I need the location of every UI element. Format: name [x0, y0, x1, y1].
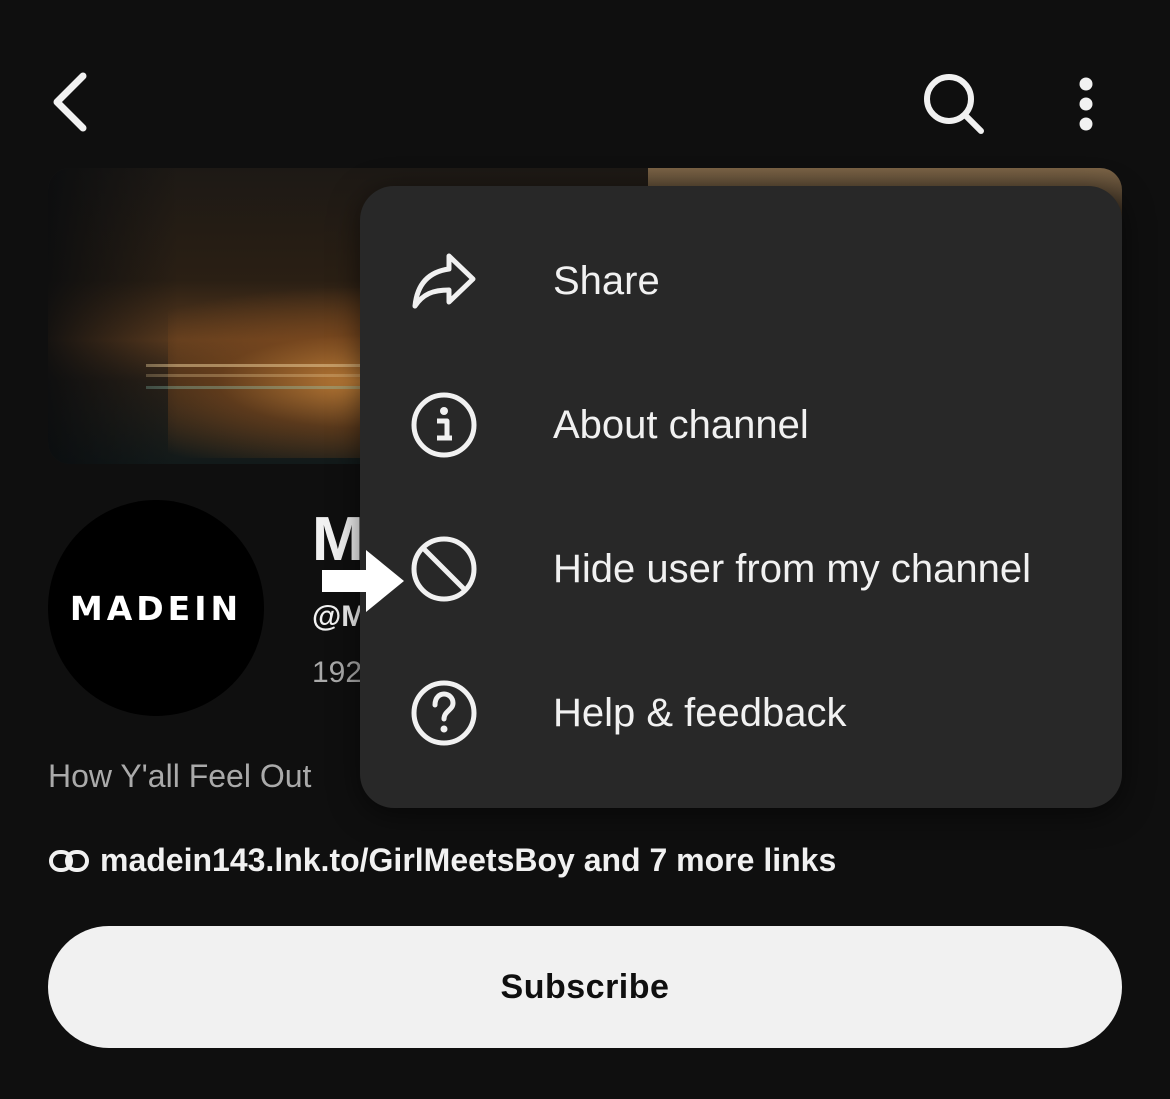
link-icon: [49, 849, 89, 872]
info-icon: [408, 389, 480, 461]
back-button[interactable]: [36, 62, 106, 142]
menu-item-label: Hide user from my channel: [553, 546, 1031, 591]
channel-avatar[interactable]: MADEIN: [48, 500, 264, 716]
menu-item-share[interactable]: Share: [360, 209, 1122, 353]
menu-item-about-channel[interactable]: About channel: [360, 353, 1122, 497]
chevron-left-icon: [53, 72, 87, 132]
more-vertical-icon: [1079, 77, 1093, 131]
share-icon: [408, 245, 480, 317]
menu-item-hide-user[interactable]: Hide user from my channel: [360, 497, 1122, 641]
pointer-arrow-icon: [322, 550, 404, 612]
help-icon: [408, 677, 480, 749]
search-button[interactable]: [912, 66, 996, 142]
menu-item-help-feedback[interactable]: Help & feedback: [360, 641, 1122, 785]
menu-item-label: About channel: [553, 402, 809, 447]
search-icon: [924, 74, 984, 134]
channel-page: MADEIN M @M 192 How Y'all Feel Out madei…: [0, 0, 1170, 1099]
block-icon: [408, 533, 480, 605]
links-text: madein143.lnk.to/GirlMeetsBoy and 7 more…: [100, 842, 837, 878]
subscribe-button[interactable]: Subscribe: [48, 926, 1122, 1048]
subscribe-label: Subscribe: [500, 967, 670, 1006]
menu-item-label: Share: [553, 258, 660, 303]
menu-item-label: Help & feedback: [553, 690, 847, 735]
avatar-logo-text: MADEIN: [69, 588, 243, 628]
options-menu: Share About channel Hide user from my ch…: [360, 186, 1122, 808]
channel-description[interactable]: How Y'all Feel Out: [48, 758, 311, 795]
channel-links[interactable]: madein143.lnk.to/GirlMeetsBoy and 7 more…: [48, 842, 836, 879]
more-options-button[interactable]: [1056, 66, 1116, 142]
